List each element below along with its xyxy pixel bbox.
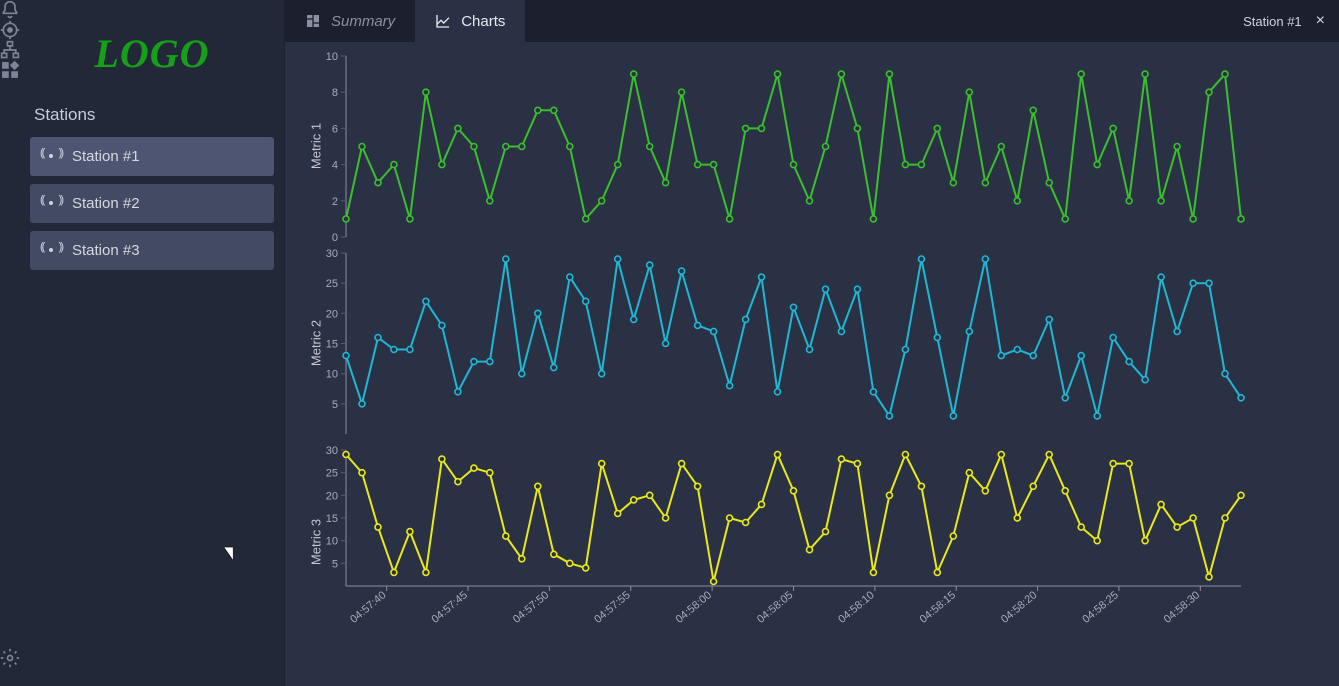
chart-ylabel: Metric 2 [309,319,324,365]
breadcrumb: Station #1 [1243,14,1302,29]
broadcast-icon [42,244,60,258]
svg-text:04:58:00: 04:58:00 [674,589,715,626]
svg-text:04:58:30: 04:58:30 [1162,589,1203,626]
tab-summary-label: Summary [331,13,395,30]
svg-text:5: 5 [332,399,338,411]
network-icon[interactable] [0,40,20,60]
svg-text:04:57:50: 04:57:50 [511,589,552,626]
svg-text:20: 20 [326,490,338,502]
svg-text:2: 2 [332,196,338,208]
svg-text:04:58:15: 04:58:15 [918,589,959,626]
tab-bar: Summary Charts Station #1 × [285,0,1339,42]
station-label: Station #1 [72,148,140,165]
svg-text:04:57:40: 04:57:40 [348,589,389,626]
bell-icon[interactable] [0,0,20,20]
svg-text:04:58:05: 04:58:05 [755,589,796,626]
svg-text:10: 10 [326,536,338,548]
sidebar-title: Stations [34,105,274,125]
target-icon[interactable] [0,20,20,40]
svg-text:04:57:55: 04:57:55 [592,589,633,626]
svg-text:04:58:25: 04:58:25 [1080,589,1121,626]
sidebar-item-station-1[interactable]: Station #1 [30,137,274,176]
chart-3: 5 10 15 20 25 30 04:57:40 04:57:45 04:57:50 04:57… [291,442,1251,642]
svg-text:6: 6 [332,123,338,135]
station-label: Station #2 [72,195,140,212]
svg-text:25: 25 [326,468,338,480]
chart-1: 0 2 4 6 8 10 [291,48,1251,243]
svg-text:10: 10 [326,51,338,63]
svg-text:30: 30 [326,248,338,260]
svg-text:20: 20 [326,308,338,320]
svg-text:0: 0 [332,232,338,243]
svg-text:04:58:10: 04:58:10 [836,589,877,626]
chart-ylabel: Metric 1 [309,122,324,168]
chart-ylabel: Metric 3 [309,519,324,565]
close-icon[interactable]: × [1316,12,1325,30]
chart-row-3: Metric 3 5 10 15 20 25 30 04:57:40 04:57:45 04:57… [291,442,1327,642]
chart-row-1: Metric 1 0 2 4 6 8 10 [291,48,1327,243]
svg-text:8: 8 [332,87,338,99]
svg-text:10: 10 [326,369,338,381]
logo: LOGO [30,30,274,77]
svg-text:25: 25 [326,278,338,290]
tab-summary[interactable]: Summary [285,0,415,42]
chart-2: 5 10 15 20 25 30 [291,245,1251,440]
charts-panel: Metric 10246810Metric 251015202530Metric… [285,42,1339,686]
broadcast-icon [42,197,60,211]
svg-text:15: 15 [326,513,338,525]
sidebar-item-station-3[interactable]: Station #3 [30,231,274,270]
svg-text:4: 4 [332,160,338,172]
svg-text:04:58:20: 04:58:20 [999,589,1040,626]
tab-charts[interactable]: Charts [415,0,525,42]
svg-text:15: 15 [326,339,338,351]
station-label: Station #3 [72,242,140,259]
sidebar: LOGO Stations Station #1 Station #2 Statio… [20,0,285,686]
svg-text:30: 30 [326,445,338,457]
chart-row-2: Metric 2 5 10 15 20 25 30 [291,245,1327,440]
widgets-icon[interactable] [0,60,20,80]
svg-text:04:57:45: 04:57:45 [429,589,470,626]
gear-icon[interactable] [0,648,20,668]
broadcast-icon [42,150,60,164]
sidebar-item-station-2[interactable]: Station #2 [30,184,274,223]
svg-text:5: 5 [332,558,338,570]
tab-charts-label: Charts [461,13,505,30]
nav-rail [0,0,20,686]
main-area: Summary Charts Station #1 × Metric 1 0 2 4 6… [285,0,1339,686]
